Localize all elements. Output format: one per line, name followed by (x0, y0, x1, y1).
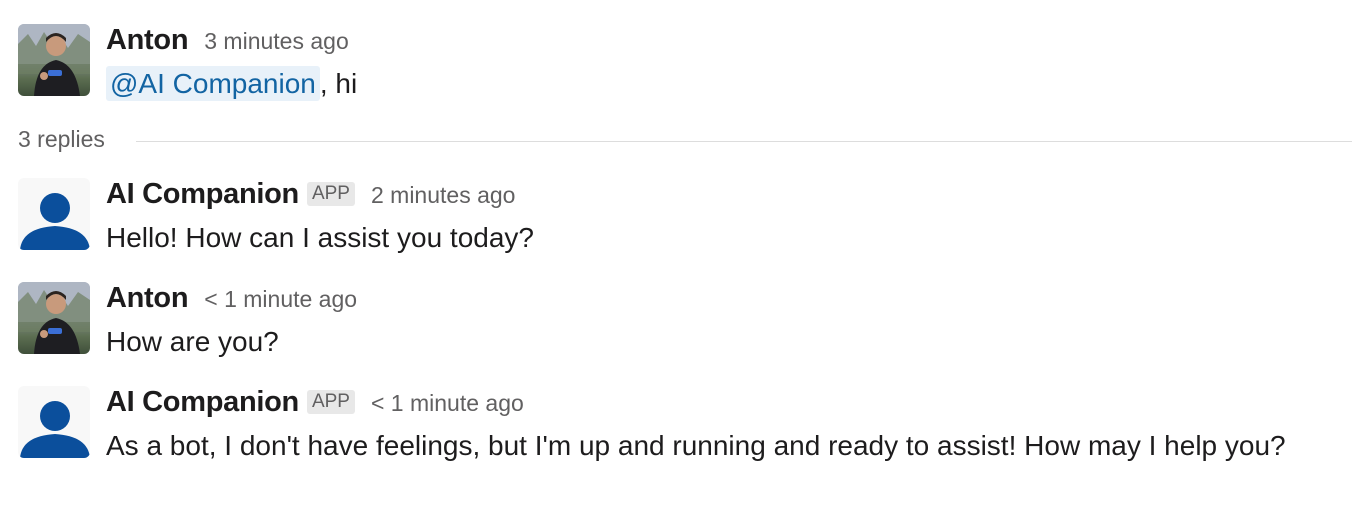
bot-person-icon (20, 401, 90, 458)
reply-header: AI Companion APP 2 minutes ago (106, 178, 515, 211)
message-text: As a bot, I don't have feelings, but I'm… (106, 430, 1286, 461)
app-badge: APP (306, 390, 355, 414)
message-text-rest: , hi (319, 68, 358, 99)
author-name[interactable]: AI Companion (106, 386, 299, 419)
user-photo-icon (18, 282, 90, 354)
ai-companion-avatar[interactable] (18, 386, 90, 458)
author-name[interactable]: Anton (106, 24, 189, 57)
anton-avatar[interactable] (18, 24, 90, 96)
mention-link[interactable]: @AI Companion (106, 66, 320, 101)
message-text: Hello! How can I assist you today? (106, 222, 534, 253)
message-text: How are you? (106, 326, 279, 357)
reply-header: Anton < 1 minute ago (106, 282, 357, 315)
timestamp[interactable]: 2 minutes ago (371, 182, 515, 209)
ai-companion-avatar[interactable] (18, 178, 90, 250)
replies-divider-row: 3 replies (18, 124, 1352, 158)
timestamp[interactable]: 3 minutes ago (204, 28, 348, 55)
message-text: @AI Companion, hi (106, 62, 1346, 106)
author-name[interactable]: Anton (106, 282, 189, 315)
root-header: Anton 3 minutes ago (106, 24, 349, 57)
timestamp[interactable]: < 1 minute ago (204, 286, 357, 313)
user-photo-icon (18, 24, 90, 96)
author-name[interactable]: AI Companion (106, 178, 299, 211)
divider-line (136, 141, 1352, 142)
anton-avatar[interactable] (18, 282, 90, 354)
reply-header: AI Companion APP < 1 minute ago (106, 386, 524, 419)
app-badge: APP (306, 182, 355, 206)
bot-person-icon (20, 193, 90, 250)
timestamp[interactable]: < 1 minute ago (371, 390, 524, 417)
replies-count-label: 3 replies (18, 126, 105, 152)
